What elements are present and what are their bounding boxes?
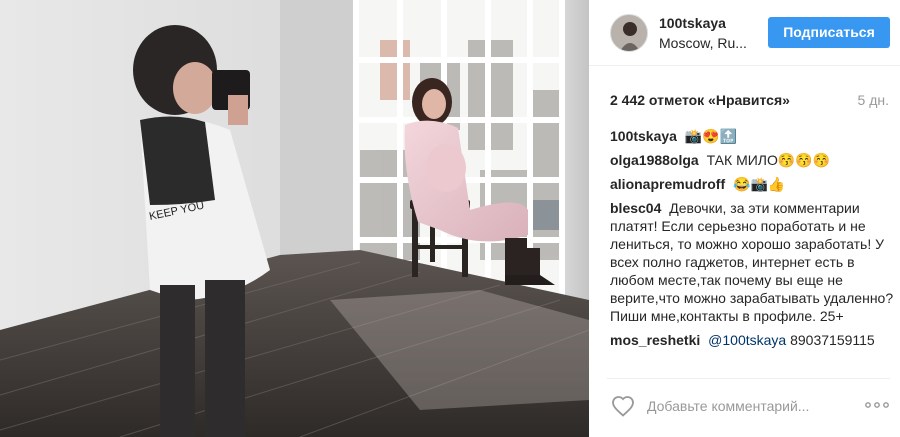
post-side-panel: 100tskaya Moscow, Ru... Подписаться 2 44… (589, 0, 900, 437)
comment-username[interactable]: alionapremudroff (610, 176, 725, 192)
comment-item: mos_reshetki @100tskaya 89037159115 (610, 331, 894, 349)
comment-item: blesc04 Девочки, за эти комментарии плат… (610, 199, 894, 325)
follow-button[interactable]: Подписаться (768, 17, 890, 48)
post-photo-image: KEEP YOU (0, 0, 589, 437)
comment-username[interactable]: olga1988olga (610, 152, 699, 168)
comments-list: 100tskaya 📸😍🔝 olga1988olga ТАК МИЛО😚😚😚 a… (610, 127, 894, 370)
avatar[interactable] (610, 14, 648, 52)
comment-footer (607, 378, 890, 433)
post-photo[interactable]: KEEP YOU (0, 0, 589, 437)
comment-username[interactable]: 100tskaya (610, 128, 677, 144)
comment-text: ТАК МИЛО😚😚😚 (706, 152, 831, 168)
comment-item: 100tskaya 📸😍🔝 (610, 127, 894, 145)
comment-item: alionapremudroff 😂📸👍 (610, 175, 894, 193)
comment-mention[interactable]: @100tskaya (708, 332, 786, 348)
add-comment-input[interactable] (647, 394, 837, 418)
comment-text: Девочки, за эти комментарии платят! Если… (610, 200, 894, 324)
avatar-image (611, 15, 647, 51)
more-options-icon[interactable] (864, 395, 890, 415)
post-header: 100tskaya Moscow, Ru... Подписаться (589, 0, 900, 66)
post-time[interactable]: 5 дн. (858, 92, 889, 108)
post-author-username[interactable]: 100tskaya (659, 15, 726, 31)
comment-username[interactable]: mos_reshetki (610, 332, 700, 348)
comment-username[interactable]: blesc04 (610, 200, 661, 216)
comment-text: 89037159115 (790, 332, 875, 348)
likes-count[interactable]: 2 442 отметок «Нравится» (610, 92, 790, 108)
heart-icon[interactable] (611, 395, 635, 417)
comment-text: 😂📸👍 (733, 176, 786, 192)
comment-text: 📸😍🔝 (684, 128, 738, 144)
post-location[interactable]: Moscow, Ru... (659, 35, 747, 51)
comment-item: olga1988olga ТАК МИЛО😚😚😚 (610, 151, 894, 169)
